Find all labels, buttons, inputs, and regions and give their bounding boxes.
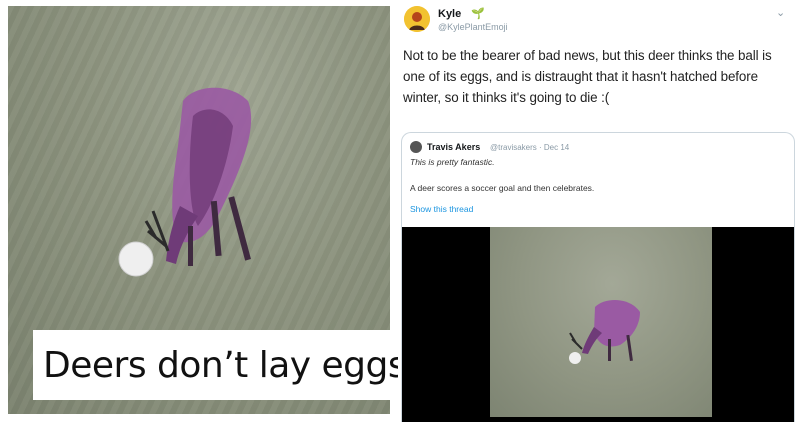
tweet-text: Not to be the bearer of bad news, but th… xyxy=(403,48,772,105)
video-player[interactable] xyxy=(402,227,794,422)
chevron-down-icon[interactable]: ⌄ xyxy=(776,6,785,19)
quoted-text-line1: This is pretty fantastic. xyxy=(410,157,495,167)
video-frame xyxy=(490,227,712,417)
author-handle[interactable]: @KylePlantEmoji xyxy=(438,22,508,32)
quoted-text-line2: A deer scores a soccer goal and then cel… xyxy=(410,183,595,193)
show-thread-link[interactable]: Show this thread xyxy=(410,204,473,214)
avatar-image xyxy=(404,6,430,32)
quoted-tweet[interactable]: Travis Akers @travisakers · Dec 14 This … xyxy=(401,132,795,422)
quoted-avatar[interactable] xyxy=(410,141,422,153)
quoted-handle-date: @travisakers · Dec 14 xyxy=(490,143,570,152)
avatar[interactable] xyxy=(404,6,430,32)
video-deer-illustration xyxy=(569,300,640,364)
quoted-author-name[interactable]: Travis Akers xyxy=(427,142,480,152)
author-name[interactable]: Kyle xyxy=(438,8,461,20)
sprout-icon: 🌱 xyxy=(471,8,485,20)
tweet-card: Kyle 🌱 @KylePlantEmoji ⌄ Not to be the b… xyxy=(398,0,796,422)
